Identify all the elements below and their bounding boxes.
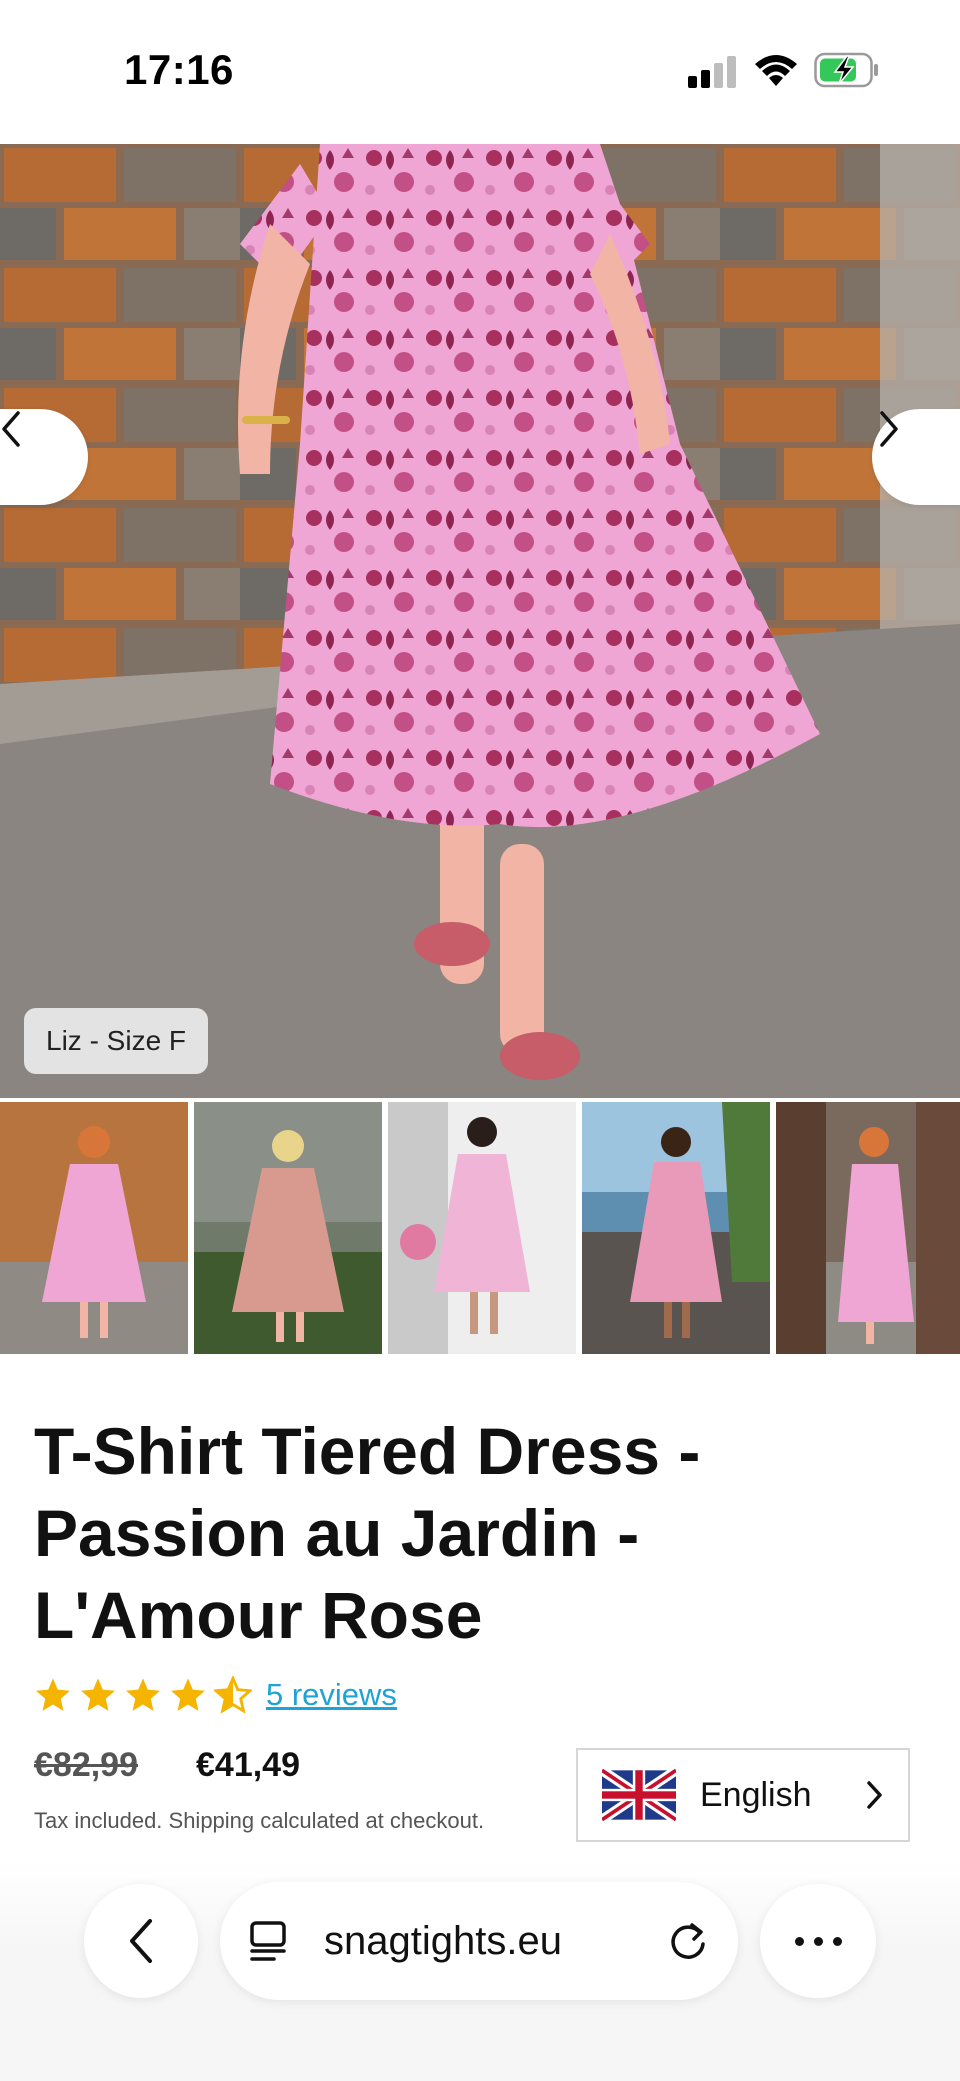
chevron-right-icon	[867, 1781, 882, 1809]
original-price: €82,99	[34, 1746, 138, 1784]
thumbnail-4[interactable]	[582, 1102, 770, 1354]
product-rating: 5 reviews	[34, 1672, 397, 1718]
thumbnail-strip	[0, 1102, 960, 1354]
star-full-icon	[81, 1678, 115, 1711]
browser-back-button[interactable]	[84, 1884, 198, 1998]
uk-flag-icon	[602, 1768, 676, 1822]
browser-toolbar: snagtights.eu	[0, 1862, 960, 2081]
product-page: 17:16 Liz - Size F T-Shirt Tiered Dress …	[0, 0, 960, 2081]
product-title: T-Shirt Tiered Dress - Passion au Jardin…	[34, 1414, 701, 1652]
star-rating	[34, 1676, 252, 1714]
address-bar[interactable]: snagtights.eu	[220, 1882, 738, 2000]
model-size-badge: Liz - Size F	[24, 1008, 209, 1074]
url-text: snagtights.eu	[324, 1918, 562, 1963]
language-label: English	[700, 1775, 812, 1814]
star-half-icon	[214, 1676, 252, 1714]
chevron-right-icon	[880, 411, 898, 447]
thumbnail-5[interactable]	[776, 1102, 960, 1354]
star-full-icon	[171, 1678, 205, 1711]
star-full-icon	[36, 1678, 70, 1711]
status-time: 17:16	[124, 46, 234, 93]
chevron-left-icon	[130, 1919, 152, 1963]
language-selector[interactable]: English	[576, 1748, 910, 1842]
tax-shipping-note: Tax included. Shipping calculated at che…	[34, 1808, 485, 1833]
battery-charging-icon	[814, 52, 878, 88]
cellular-signal-icon	[688, 56, 738, 88]
main-photo-illustration	[0, 144, 960, 1098]
page-menu-icon	[250, 1921, 286, 1961]
wifi-icon	[755, 55, 797, 86]
gallery-next-button[interactable]	[872, 409, 960, 505]
sale-price: €41,49	[196, 1746, 300, 1784]
reload-icon[interactable]	[666, 1919, 710, 1963]
more-dots-icon	[790, 1936, 847, 1946]
thumbnail-3[interactable]	[388, 1102, 576, 1354]
status-bar: 17:16	[0, 0, 960, 144]
chevron-left-icon	[2, 411, 20, 447]
product-main-image[interactable]: Liz - Size F	[0, 144, 960, 1098]
thumbnail-1[interactable]	[0, 1102, 188, 1354]
thumbnail-2[interactable]	[194, 1102, 382, 1354]
star-full-icon	[126, 1678, 160, 1711]
more-options-button[interactable]	[760, 1884, 876, 1998]
reviews-link[interactable]: 5 reviews	[266, 1677, 397, 1713]
